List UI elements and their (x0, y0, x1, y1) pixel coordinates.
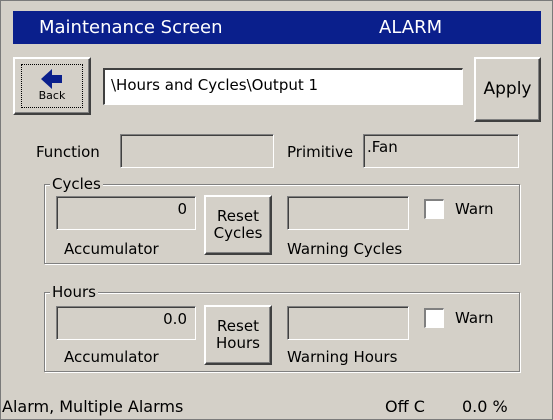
back-button-focus: Back (21, 64, 83, 108)
hours-warn-label: Warn (455, 309, 494, 327)
apply-button[interactable]: Apply (474, 57, 541, 122)
hours-accumulator-field: 0.0 (56, 306, 196, 340)
back-button[interactable]: Back (13, 57, 91, 115)
reset-cycles-button[interactable]: Reset Cycles (204, 195, 272, 255)
function-label: Function (36, 143, 100, 161)
hours-accumulator-label: Accumulator (64, 348, 159, 366)
cycles-group-title: Cycles (50, 175, 103, 193)
back-button-label: Back (38, 89, 66, 103)
window-title: Maintenance Screen (39, 17, 223, 38)
status-alarm-text: Alarm, Multiple Alarms (2, 397, 184, 416)
reset-hours-button[interactable]: Reset Hours (204, 305, 272, 365)
primitive-label: Primitive (287, 143, 354, 161)
path-field[interactable]: \Hours and Cycles\Output 1 (103, 68, 463, 105)
reset-hours-label-1: Reset (217, 316, 259, 335)
hours-warn-checkbox[interactable] (424, 308, 444, 328)
warning-cycles-label: Warning Cycles (287, 240, 403, 258)
warning-cycles-field[interactable] (287, 196, 409, 230)
warning-hours-field[interactable] (287, 306, 409, 340)
primitive-field: .Fan (363, 134, 519, 168)
cycles-warn-label: Warn (455, 200, 494, 218)
hours-group-title: Hours (50, 283, 98, 301)
reset-cycles-label-1: Reset (217, 206, 259, 225)
alarm-indicator: ALARM (379, 17, 443, 38)
status-percent-text: 0.0 % (462, 397, 508, 416)
status-state-text: Off C (385, 397, 425, 416)
title-bar: Maintenance Screen ALARM (13, 11, 541, 44)
left-arrow-icon (41, 69, 62, 90)
cycles-accumulator-field: 0 (56, 196, 196, 230)
reset-hours-label-2: Hours (216, 334, 260, 352)
warning-hours-label: Warning Hours (287, 348, 398, 366)
function-field (120, 134, 274, 168)
reset-cycles-label-2: Cycles (213, 224, 263, 242)
cycles-accumulator-label: Accumulator (64, 240, 159, 258)
cycles-warn-checkbox[interactable] (424, 199, 444, 219)
